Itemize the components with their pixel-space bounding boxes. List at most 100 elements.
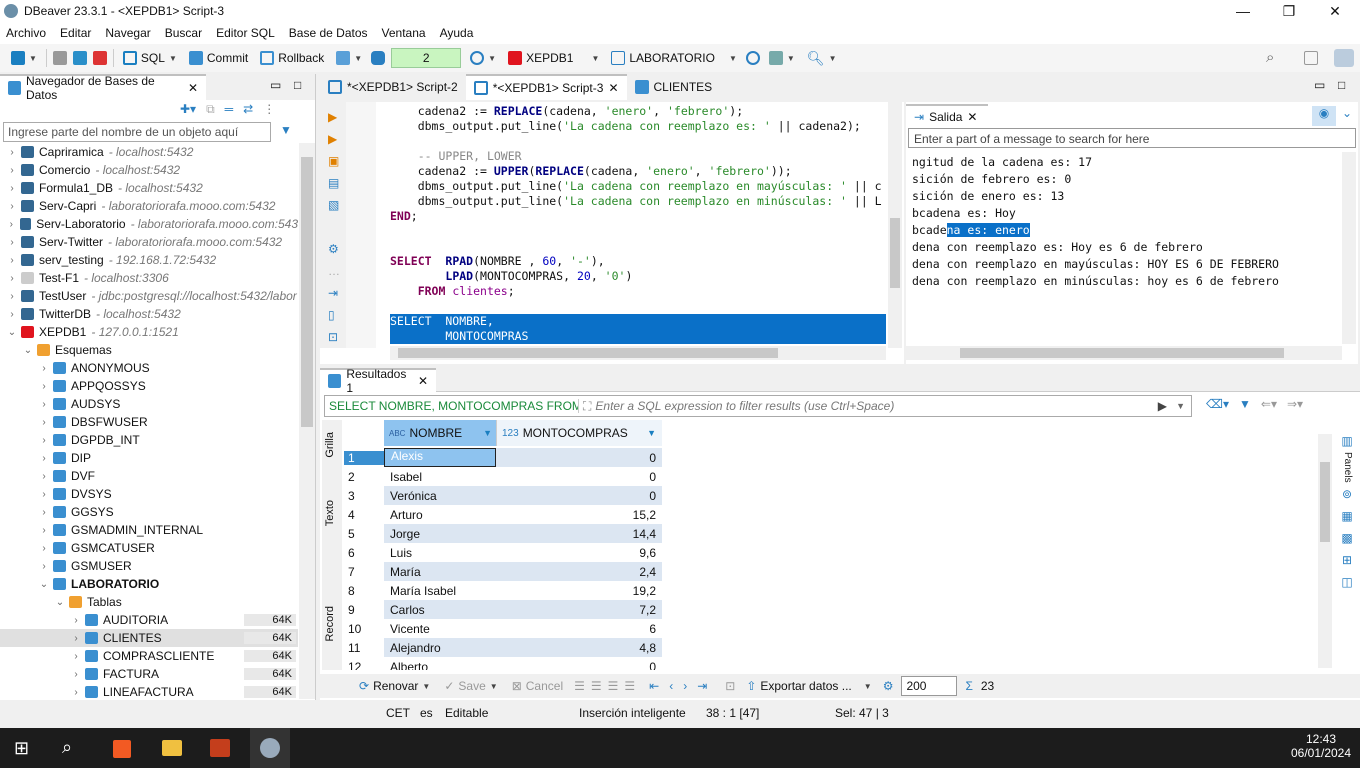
chevron-right-icon[interactable]: › bbox=[38, 399, 50, 410]
export-button[interactable]: ⇧ Exportar datos ... ▼ bbox=[743, 677, 874, 695]
sql-editor-button[interactable]: SQL ▼ bbox=[120, 49, 180, 67]
pending-transactions-counter[interactable]: 2 bbox=[391, 48, 462, 68]
editor-vertical-scrollbar[interactable] bbox=[888, 102, 902, 348]
cell-montocompras[interactable]: 0 bbox=[496, 660, 662, 671]
editor-horizontal-scrollbar[interactable] bbox=[390, 346, 886, 360]
show-output-icon[interactable]: ⇥ bbox=[328, 282, 340, 304]
fetch-size-input[interactable]: 200 bbox=[901, 676, 958, 696]
new-connection-icon[interactable]: ✚▾ bbox=[180, 102, 196, 117]
cell-nombre[interactable]: Alberto bbox=[384, 660, 496, 671]
chevron-right-icon[interactable]: › bbox=[38, 525, 50, 536]
connect-icon[interactable] bbox=[52, 51, 67, 65]
table-row[interactable]: 3 Verónica 0 bbox=[348, 486, 662, 505]
tree-item-laboratorio[interactable]: ⌄ LABORATORIO bbox=[0, 575, 298, 593]
schema-selector[interactable]: LABORATORIO ▼ bbox=[608, 49, 740, 67]
menu-buscar[interactable]: Buscar bbox=[165, 26, 202, 40]
column-header-nombre[interactable]: ABC NOMBRE ▼ bbox=[384, 420, 496, 446]
chevron-right-icon[interactable]: › bbox=[38, 543, 50, 554]
close-icon[interactable]: ✕ bbox=[608, 81, 618, 95]
output-log[interactable]: ngitud de la cadena es: 17 sición de febr… bbox=[912, 154, 1340, 290]
grouping-icon[interactable]: ▩ bbox=[1336, 527, 1358, 549]
cell-nombre[interactable]: Jorge bbox=[384, 527, 496, 541]
chevron-right-icon[interactable]: › bbox=[6, 273, 18, 284]
chevron-right-icon[interactable]: › bbox=[38, 417, 50, 428]
cell-montocompras[interactable]: 0 bbox=[496, 489, 662, 503]
close-icon[interactable]: ✕ bbox=[967, 110, 977, 124]
close-button[interactable]: ✕ bbox=[1312, 0, 1358, 22]
tree-item-xepdb1[interactable]: ⌄ XEPDB1 - 127.0.0.1:1521 bbox=[0, 323, 298, 341]
query-text[interactable]: SELECT NOMBRE, MONTOCOMPRAS FROM bbox=[325, 399, 579, 413]
refs-icon[interactable]: ⊞ bbox=[1336, 549, 1358, 571]
chevron-right-icon[interactable]: › bbox=[38, 489, 50, 500]
transaction-mode-button[interactable]: ▼ bbox=[333, 49, 365, 67]
chevron-right-icon[interactable]: › bbox=[38, 381, 50, 392]
expand-icon[interactable]: ⛶ bbox=[583, 399, 591, 414]
filter-icon[interactable]: ▼ bbox=[280, 123, 292, 137]
tab-salida[interactable]: ⇥ Salida ✕ bbox=[906, 104, 988, 128]
chevron-right-icon[interactable]: › bbox=[6, 291, 18, 302]
chevron-right-icon[interactable]: › bbox=[6, 201, 18, 212]
navigator-filter-input[interactable]: Ingrese parte del nombre de un objeto aq… bbox=[3, 122, 271, 142]
chevron-right-icon[interactable]: › bbox=[6, 255, 18, 266]
fetch-all-icon[interactable]: ⊡ bbox=[725, 679, 735, 693]
cancel-button[interactable]: ⊠ Cancel bbox=[509, 677, 566, 695]
close-icon[interactable]: ✕ bbox=[188, 81, 198, 95]
tree-item-audsys[interactable]: › AUDSYS bbox=[0, 395, 298, 413]
menu-base-de-datos[interactable]: Base de Datos bbox=[289, 26, 368, 40]
rollback-button[interactable]: Rollback bbox=[257, 49, 327, 67]
row-number[interactable]: 12 bbox=[344, 660, 384, 671]
tree-item-test-f1[interactable]: › Test-F1 - localhost:3306 bbox=[0, 269, 298, 287]
tree-item-dip[interactable]: › DIP bbox=[0, 449, 298, 467]
cell-nombre[interactable]: María bbox=[384, 565, 496, 579]
tree-item-serv-capri[interactable]: › Serv-Capri - laboratoriorafa.mooo.com:54… bbox=[0, 197, 298, 215]
navigator-scrollbar[interactable] bbox=[299, 143, 315, 699]
tree-item-clientes[interactable]: › CLIENTES 64K bbox=[0, 629, 298, 647]
menu-ayuda[interactable]: Ayuda bbox=[440, 26, 474, 40]
cell-nombre[interactable]: Vicente bbox=[384, 622, 496, 636]
chevron-right-icon[interactable]: › bbox=[6, 309, 18, 320]
variables-icon[interactable]: ⊡ bbox=[328, 326, 340, 348]
tree-item-capriramica[interactable]: › Capriramica - localhost:5432 bbox=[0, 143, 298, 161]
results-filter-input[interactable]: Enter a SQL expression to filter results… bbox=[595, 399, 894, 413]
new-folder-icon[interactable]: ⧉ bbox=[206, 102, 215, 117]
chevron-right-icon[interactable]: › bbox=[70, 615, 82, 626]
perspective-icon[interactable] bbox=[1304, 51, 1318, 65]
tree-item-anonymous[interactable]: › ANONYMOUS bbox=[0, 359, 298, 377]
row-number[interactable]: 8 bbox=[344, 584, 384, 598]
chevron-down-icon[interactable]: ⌄ bbox=[6, 327, 18, 338]
cell-nombre[interactable]: Luis bbox=[384, 546, 496, 560]
tree-item-serv-twitter[interactable]: › Serv-Twitter - laboratoriorafa.mooo.com:… bbox=[0, 233, 298, 251]
tree-item-gsmuser[interactable]: › GSMUSER bbox=[0, 557, 298, 575]
chevron-right-icon[interactable]: › bbox=[6, 165, 18, 176]
execute-statement-new-tab-icon[interactable]: ▶ bbox=[328, 128, 340, 150]
windows-start-icon[interactable]: ⊞ bbox=[14, 738, 29, 759]
server-output-icon[interactable]: ▯ bbox=[328, 304, 340, 326]
tree-item-dvsys[interactable]: › DVSYS bbox=[0, 485, 298, 503]
eraser-icon[interactable]: ⌫▾ bbox=[1206, 397, 1229, 411]
navigation-icons[interactable]: ⇤‹›⇥ bbox=[649, 679, 717, 693]
sort-icon[interactable]: ▼ bbox=[647, 428, 656, 438]
menu-navegar[interactable]: Navegar bbox=[105, 26, 150, 40]
connection-selector[interactable]: XEPDB1 ▼ bbox=[505, 49, 602, 67]
row-number[interactable]: 7 bbox=[344, 565, 384, 579]
erd-button[interactable]: ▼ bbox=[766, 49, 798, 67]
tree-item-serv-laboratorio[interactable]: › Serv-Laboratorio - laboratoriorafa.mooo.… bbox=[0, 215, 298, 233]
grilla-tab[interactable]: Grilla bbox=[324, 432, 336, 458]
tree-item-appqossys[interactable]: › APPQOSSYS bbox=[0, 377, 298, 395]
row-number[interactable]: 10 bbox=[344, 622, 384, 636]
row-number[interactable]: 1 bbox=[344, 450, 384, 465]
results-scrollbar[interactable] bbox=[1318, 434, 1332, 668]
tree-item-ggsys[interactable]: › GGSYS bbox=[0, 503, 298, 521]
terminal-icon[interactable]: ▧ bbox=[328, 194, 340, 216]
results-grid[interactable]: 1 Alexis 0 2 Isabel 0 3 Verónica 0 4 Arturo 15,2 5 Jo… bbox=[344, 448, 1318, 670]
eye-toggle-icon[interactable]: ◉ bbox=[1312, 106, 1336, 126]
forward-icon[interactable]: ⇒▾ bbox=[1287, 397, 1303, 411]
lock-icon[interactable] bbox=[371, 51, 386, 65]
chevron-right-icon[interactable]: › bbox=[38, 363, 50, 374]
row-number[interactable]: 4 bbox=[344, 508, 384, 522]
file-explorer-icon[interactable] bbox=[162, 740, 182, 756]
cell-montocompras[interactable]: 9,6 bbox=[496, 546, 662, 560]
tree-item-comprascliente[interactable]: › COMPRASCLIENTE 64K bbox=[0, 647, 298, 665]
minimize-panel-icon[interactable]: ▭ bbox=[270, 78, 281, 92]
cell-montocompras[interactable]: 6 bbox=[496, 622, 662, 636]
